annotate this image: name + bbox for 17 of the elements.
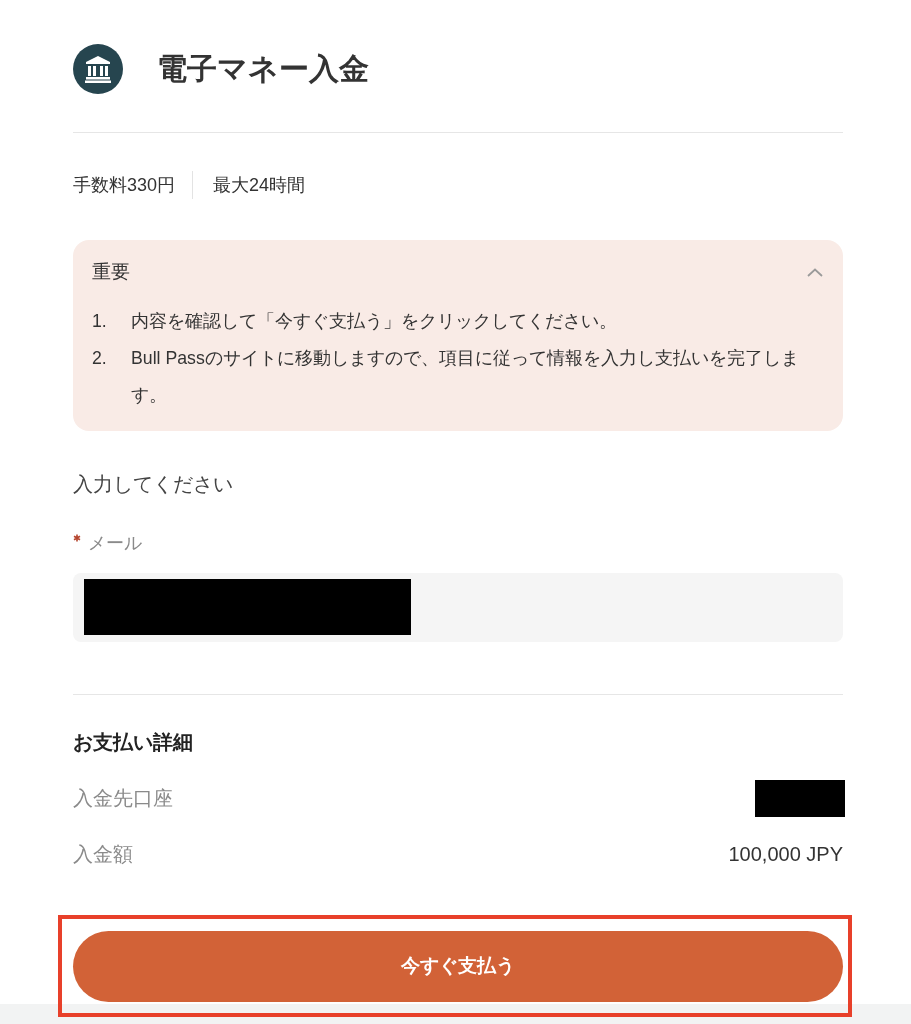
time-text: 最大24時間 xyxy=(213,174,306,197)
notice-text: Bull Passのサイトに移動しますので、項目に従って情報を入力し支払いを完了します。 xyxy=(131,347,800,407)
bank-icon xyxy=(73,44,123,94)
form-heading: 入力してください xyxy=(73,472,234,497)
list-number: 2. xyxy=(92,347,108,370)
detail-label: 入金先口座 xyxy=(73,786,173,811)
details-heading: お支払い詳細 xyxy=(73,730,194,755)
page-title: 電子マネー入金 xyxy=(157,51,369,87)
field-label: メール xyxy=(88,532,142,555)
list-number: 1. xyxy=(92,310,108,333)
pay-now-button[interactable]: 今すぐ支払う xyxy=(73,931,843,1002)
detail-label: 入金額 xyxy=(73,842,133,867)
notice-text: 内容を確認して「今すぐ支払う」をクリックしてください。 xyxy=(131,310,617,333)
notice-title: 重要 xyxy=(92,260,130,284)
fee-text: 手数料330円 xyxy=(73,174,176,197)
email-field[interactable] xyxy=(73,573,843,642)
detail-value: 100,000 JPY xyxy=(728,842,843,867)
